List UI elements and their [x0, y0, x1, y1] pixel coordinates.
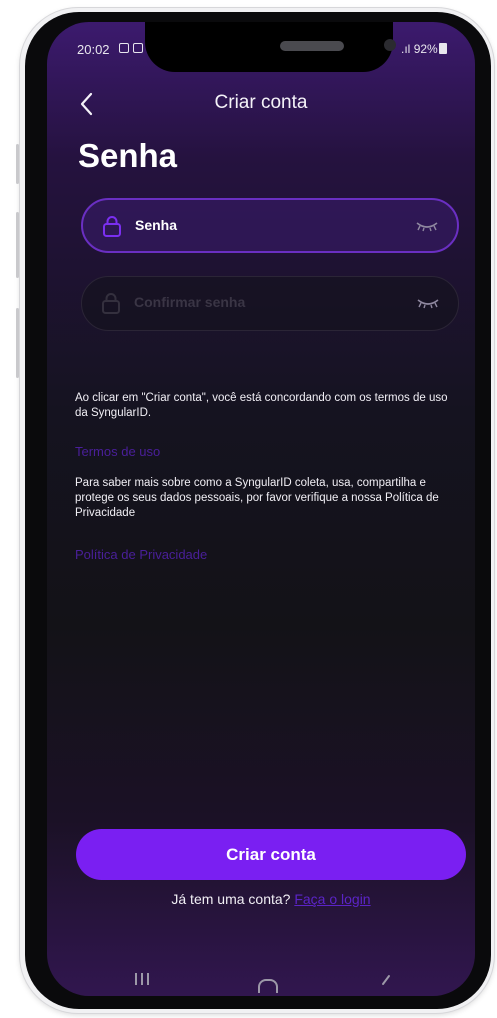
lock-icon	[103, 216, 121, 237]
login-prompt: Já tem uma conta? Faça o login	[47, 891, 475, 907]
home-icon[interactable]	[258, 979, 278, 993]
agreement-text: Ao clicar em "Criar conta", você está co…	[75, 392, 448, 419]
power-button	[16, 308, 19, 378]
status-time: 20:02	[77, 42, 110, 57]
speaker-grille	[280, 41, 344, 51]
create-account-label: Criar conta	[226, 844, 316, 864]
confirm-password-placeholder: Confirmar senha	[134, 294, 246, 310]
terms-link[interactable]: Termos de uso	[75, 444, 160, 459]
password-field[interactable]: Senha	[81, 198, 459, 253]
privacy-text: Para saber mais sobre como a SyngularID …	[75, 477, 439, 519]
page-title: Criar conta	[214, 92, 308, 113]
gallery-notification-icon	[119, 43, 129, 53]
create-account-button[interactable]: Criar conta	[76, 829, 466, 880]
volume-down-button	[16, 212, 19, 278]
login-link[interactable]: Faça o login	[294, 891, 370, 907]
camera-notch	[145, 22, 396, 72]
section-heading: Senha	[78, 137, 178, 174]
front-camera	[384, 39, 396, 51]
back-nav-icon[interactable]	[380, 972, 392, 992]
lock-icon	[102, 293, 120, 314]
notification-icon	[133, 43, 143, 53]
status-indicators: .ıl 92%	[401, 42, 447, 56]
battery-icon	[438, 43, 447, 54]
eye-closed-icon[interactable]	[416, 297, 440, 309]
recent-apps-icon[interactable]	[135, 972, 153, 992]
battery-level: 92%	[413, 42, 438, 56]
eye-closed-icon[interactable]	[415, 220, 439, 232]
password-placeholder: Senha	[135, 217, 178, 233]
app-screen: 20:02 .ıl 92% Criar conta Senha Senha Co…	[47, 22, 475, 996]
signal-icon: .ıl	[401, 42, 411, 56]
confirm-password-field[interactable]: Confirmar senha	[81, 276, 459, 331]
volume-up-button	[16, 144, 19, 184]
has-account-text: Já tem uma conta?	[171, 891, 291, 907]
privacy-policy-link[interactable]: Política de Privacidade	[75, 547, 207, 562]
